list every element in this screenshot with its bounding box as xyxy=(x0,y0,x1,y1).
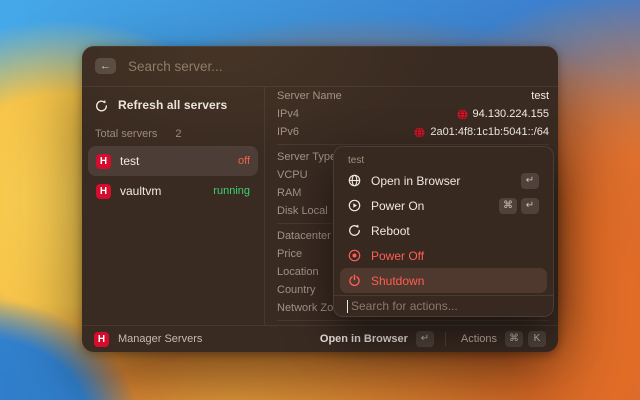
hetzner-icon: H xyxy=(96,183,111,199)
footer-bar: H Manager Servers Open in Browser ↵ Acti… xyxy=(82,325,558,352)
menu-item-label: Power On xyxy=(371,198,425,213)
detail-row-server-name: Server Name test xyxy=(277,87,549,105)
server-name: vaultvm xyxy=(120,184,162,198)
menu-item-open-in-browser[interactable]: Open in Browser ↵ xyxy=(340,168,547,193)
globe-red-icon xyxy=(457,108,468,120)
detail-label: Server Name xyxy=(277,90,342,102)
server-status-badge: off xyxy=(237,155,250,167)
actions-menu-context-title: test xyxy=(348,155,365,166)
detail-divider xyxy=(277,320,549,321)
detail-row-ipv6: IPv6 2a01:4f8:1c1b:5041::/64 xyxy=(277,123,549,141)
globe-red-icon xyxy=(414,126,425,138)
menu-item-label: Shutdown xyxy=(371,273,425,288)
footer-divider xyxy=(444,332,446,346)
total-servers-section: Total servers 2 xyxy=(88,119,258,146)
detail-label: IPv4 xyxy=(277,108,300,120)
k-key-badge: K xyxy=(528,331,546,347)
detail-value: 2a01:4f8:1c1b:5041::/64 xyxy=(430,126,549,138)
detail-value: test xyxy=(531,90,549,102)
menu-item-reboot[interactable]: Reboot xyxy=(340,218,547,243)
power-icon xyxy=(348,274,361,287)
server-list-panel: Refresh all servers Total servers 2 H te… xyxy=(82,87,265,325)
reboot-icon xyxy=(348,224,361,237)
raycast-window: ← Search server... Refresh all servers T… xyxy=(82,46,558,352)
return-key-badge: ↵ xyxy=(521,172,539,189)
globe-icon xyxy=(348,174,361,187)
actions-search-placeholder: Search for actions... xyxy=(351,299,458,313)
menu-item-power-off[interactable]: Power Off xyxy=(340,243,547,268)
desktop: ← Search server... Refresh all servers T… xyxy=(0,0,640,400)
menu-item-label: Reboot xyxy=(371,223,410,238)
detail-label: Datacenter xyxy=(277,230,331,242)
hetzner-icon: H xyxy=(96,153,111,169)
text-caret xyxy=(347,299,348,313)
arrow-left-icon: ← xyxy=(100,59,111,72)
menu-item-power-on[interactable]: Power On ⌘ ↵ xyxy=(340,193,547,218)
detail-label: IPv6 xyxy=(277,126,300,138)
actions-button[interactable]: Actions xyxy=(461,333,497,345)
primary-action-button[interactable]: Open in Browser xyxy=(320,333,408,345)
play-circle-icon xyxy=(348,199,361,212)
detail-label: Server Type xyxy=(277,151,337,163)
total-servers-label: Total servers xyxy=(95,128,158,140)
search-bar: ← Search server... xyxy=(82,46,558,86)
total-servers-count: 2 xyxy=(175,128,182,140)
detail-label: Disk Local xyxy=(277,205,328,217)
detail-label: Country xyxy=(277,284,316,296)
actions-search-input[interactable]: Search for actions... xyxy=(334,296,553,316)
return-key-badge: ↵ xyxy=(521,197,539,214)
search-input[interactable]: Search server... xyxy=(128,59,223,74)
detail-label: Location xyxy=(277,266,319,278)
server-row-vaultvm[interactable]: H vaultvm running xyxy=(88,176,258,206)
record-circle-icon xyxy=(348,249,361,262)
server-row-test[interactable]: H test off xyxy=(88,146,258,176)
refresh-icon xyxy=(95,99,108,112)
server-status-badge: running xyxy=(213,185,250,197)
menu-item-shutdown[interactable]: Shutdown xyxy=(340,268,547,293)
return-key-badge: ↵ xyxy=(415,331,434,347)
extension-title: Manager Servers xyxy=(118,333,203,345)
detail-value: 94.130.224.155 xyxy=(472,108,549,120)
menu-item-label: Power Off xyxy=(371,248,425,263)
back-button[interactable]: ← xyxy=(95,58,116,74)
server-name: test xyxy=(120,154,140,168)
detail-label: RAM xyxy=(277,187,302,199)
actions-menu: test Open in Browser ↵ Power On ⌘ ↵ Rebo… xyxy=(333,146,554,317)
detail-label: VCPU xyxy=(277,169,308,181)
refresh-all-servers-item[interactable]: Refresh all servers xyxy=(88,91,258,119)
detail-row-ipv4: IPv4 94.130.224.155 xyxy=(277,105,549,123)
menu-item-label: Open in Browser xyxy=(371,173,461,188)
cmd-key-badge: ⌘ xyxy=(505,331,523,347)
cmd-key-badge: ⌘ xyxy=(499,197,517,214)
hetzner-icon: H xyxy=(94,331,109,347)
refresh-label: Refresh all servers xyxy=(118,98,228,112)
detail-label: Price xyxy=(277,248,303,260)
detail-divider xyxy=(277,144,549,145)
